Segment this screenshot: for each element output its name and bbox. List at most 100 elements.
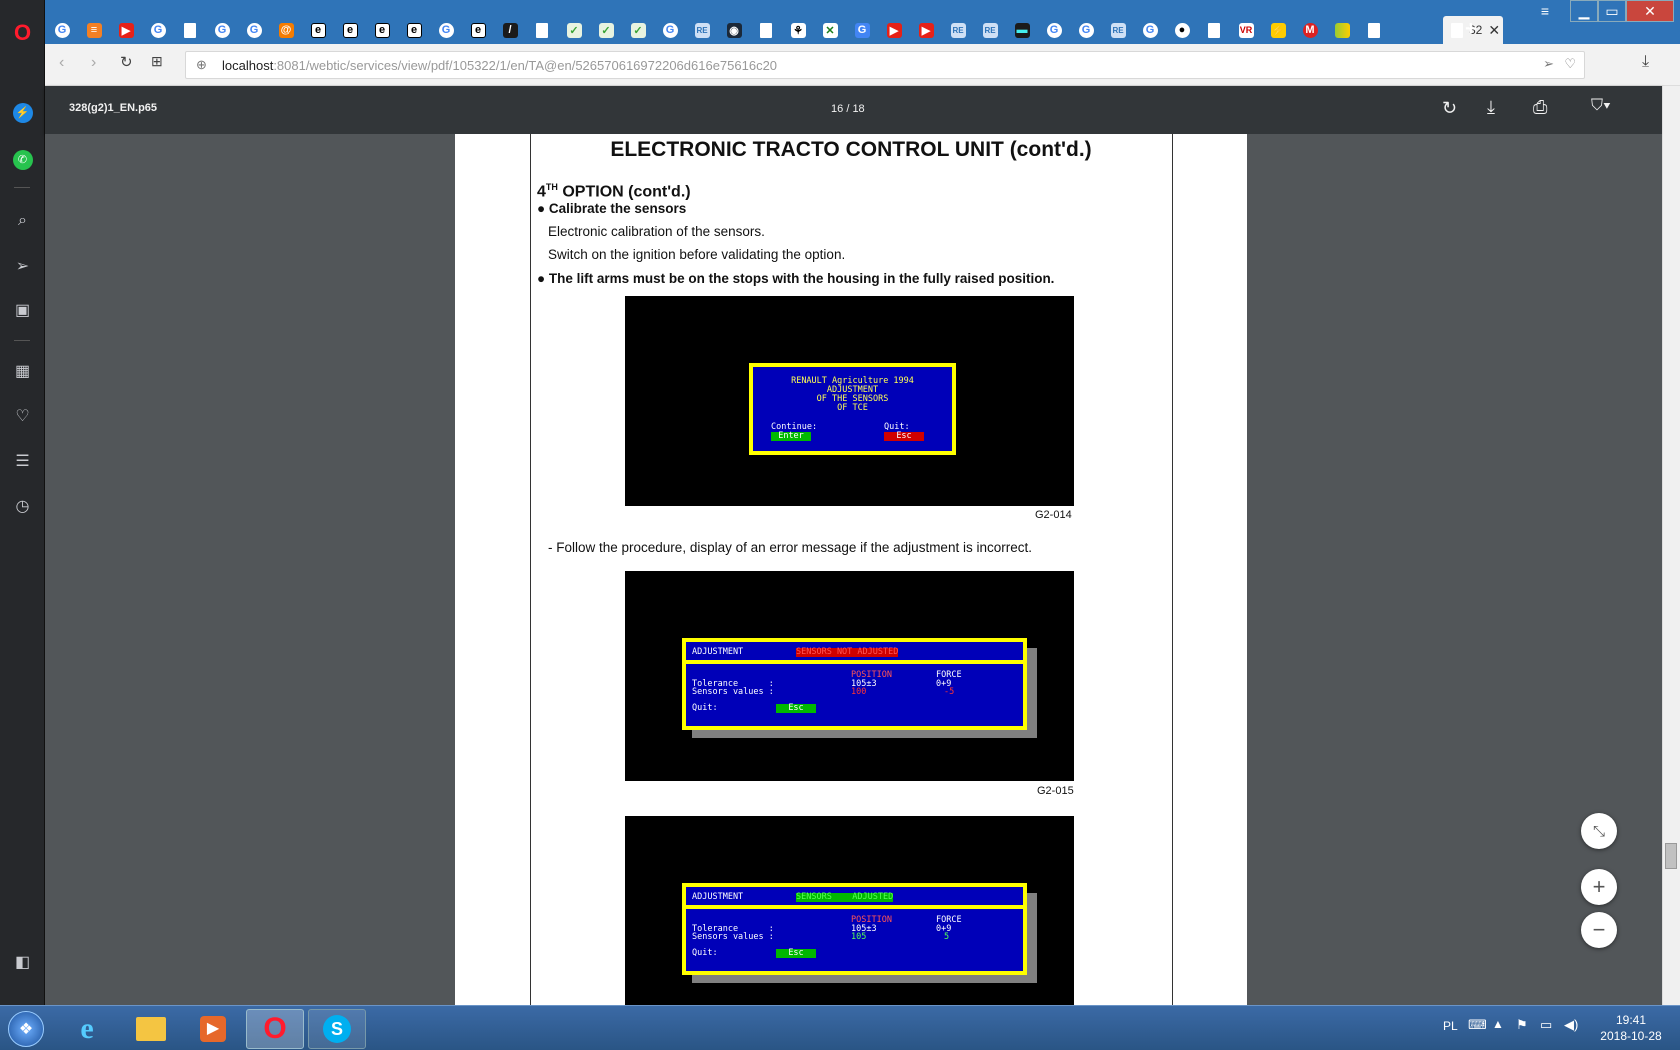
app-icon: RE [1110, 22, 1126, 38]
url-bar[interactable]: ⊕ localhost:8081/webtic/services/view/pd… [185, 51, 1585, 79]
tab[interactable]: VR [1231, 18, 1261, 42]
scrollbar[interactable] [1662, 86, 1680, 1005]
tab[interactable]: ✓ [559, 18, 589, 42]
close-window-button[interactable]: ✕ [1626, 0, 1674, 22]
close-tab-icon[interactable]: ✕ [1488, 22, 1500, 39]
zoom-in-button[interactable]: + [1581, 869, 1617, 905]
tab[interactable]: G [1135, 18, 1165, 42]
check-icon: ✓ [598, 22, 614, 38]
tab[interactable]: ▶ [879, 18, 909, 42]
print-icon[interactable]: ⎙ [1533, 97, 1547, 118]
tab[interactable]: RE [687, 18, 717, 42]
tab[interactable]: e [303, 18, 333, 42]
minimize-button[interactable]: ▁ [1570, 0, 1598, 22]
tab[interactable]: ✓ [591, 18, 621, 42]
maximize-button[interactable]: ▭ [1598, 0, 1626, 22]
tab[interactable] [1199, 18, 1229, 42]
send-page-icon[interactable]: ➢ [1543, 56, 1554, 72]
tab[interactable]: RE [975, 18, 1005, 42]
tab[interactable]: ⚡ [1263, 18, 1293, 42]
tab[interactable]: G [239, 18, 269, 42]
taskbar-ie[interactable]: e [58, 1009, 116, 1049]
tab[interactable]: G [47, 18, 77, 42]
tab[interactable]: RE [943, 18, 973, 42]
google-icon: G [438, 22, 454, 38]
keyboard-icon[interactable]: ⌨ [1468, 1017, 1487, 1033]
page-current[interactable]: 16 [831, 103, 843, 115]
tab[interactable] [751, 18, 781, 42]
document-icon [760, 22, 772, 38]
tab[interactable] [1327, 18, 1357, 42]
tab[interactable]: ◉ [719, 18, 749, 42]
tab[interactable]: G [207, 18, 237, 42]
tab[interactable]: / [495, 18, 525, 42]
forward-icon[interactable]: › [91, 54, 96, 72]
back-icon[interactable]: ‹ [59, 54, 64, 72]
show-hidden-icons[interactable]: ▲ [1492, 1017, 1504, 1031]
tab[interactable]: G [1071, 18, 1101, 42]
scrollbar-thumb[interactable] [1665, 843, 1677, 869]
messenger-icon[interactable]: ⚡ [0, 96, 45, 130]
reload-icon[interactable]: ↻ [120, 53, 133, 71]
tab[interactable]: G [655, 18, 685, 42]
tab[interactable] [1359, 18, 1389, 42]
page-total: 18 [852, 103, 865, 115]
rotate-icon[interactable]: ↻ [1442, 98, 1457, 119]
volume-icon[interactable]: ◀) [1564, 1017, 1578, 1033]
network-icon[interactable]: ▭ [1540, 1017, 1552, 1033]
tab[interactable]: e [335, 18, 365, 42]
taskbar-media-player[interactable]: ▶ [184, 1009, 242, 1049]
sidebar-toggle-icon[interactable]: ◧ [0, 945, 45, 979]
whatsapp-icon[interactable]: ✆ [0, 143, 45, 177]
clock[interactable]: 19:41 2018-10-28 [1596, 1012, 1666, 1044]
flag-icon[interactable]: ⚑ [1516, 1017, 1528, 1033]
tab[interactable]: ▶ [911, 18, 941, 42]
new-tab-icon[interactable]: + [1465, 18, 1485, 42]
start-button[interactable]: ❖ [0, 1009, 52, 1049]
download-icon[interactable]: ⤓ [1642, 53, 1649, 71]
tab[interactable]: ✕ [815, 18, 845, 42]
search-icon[interactable]: ⌕ [0, 204, 45, 238]
news-icon[interactable]: ☰ [0, 444, 45, 478]
taskbar-opera[interactable]: O [246, 1009, 304, 1049]
camera-icon[interactable]: ▣ [0, 293, 45, 327]
menu-icon[interactable]: ≡ [1535, 0, 1555, 22]
taskbar-skype[interactable]: S [308, 1009, 366, 1049]
fit-page-button[interactable]: ⤡ [1581, 813, 1617, 849]
opera-logo-icon[interactable]: O [0, 16, 45, 50]
tab[interactable]: ▬ [1007, 18, 1037, 42]
bookmark-heart-icon[interactable]: ♡ [1564, 56, 1576, 72]
tab[interactable]: ⚘ [783, 18, 813, 42]
tab[interactable]: e [399, 18, 429, 42]
tab[interactable]: G [847, 18, 877, 42]
terminal-icon: ▬ [1014, 22, 1030, 38]
heart-icon[interactable]: ♡ [0, 399, 45, 433]
tab[interactable]: e [463, 18, 493, 42]
tab[interactable]: ✓ [623, 18, 653, 42]
download-pdf-icon[interactable]: ⤓ [1487, 97, 1495, 118]
tab[interactable]: e [367, 18, 397, 42]
tabs-grid-icon[interactable]: ⊞ [151, 53, 163, 70]
tab[interactable]: M [1295, 18, 1325, 42]
speed-dial-icon[interactable]: ▦ [0, 354, 45, 388]
tab[interactable]: ● [1167, 18, 1197, 42]
tab[interactable]: G [143, 18, 173, 42]
tab[interactable] [175, 18, 205, 42]
history-icon[interactable]: ◷ [0, 489, 45, 523]
tab[interactable]: RE [1103, 18, 1133, 42]
tab[interactable]: ▶ [111, 18, 141, 42]
language-indicator[interactable]: PL [1443, 1019, 1458, 1033]
pdf-viewer[interactable]: ELECTRONIC TRACTO CONTROL UNIT (cont'd.)… [45, 134, 1662, 1005]
tab[interactable]: G [1039, 18, 1069, 42]
send-icon[interactable]: ➢ [0, 249, 45, 283]
tab[interactable] [527, 18, 557, 42]
windows-logo-icon: ❖ [8, 1011, 44, 1047]
document-icon [536, 22, 548, 38]
tab[interactable]: @ [271, 18, 301, 42]
taskbar-explorer[interactable] [122, 1009, 180, 1049]
opera-sidebar: O ⚡ ✆ ⌕ ➢ ▣ ▦ ♡ ☰ ◷ ◧ [0, 0, 45, 1005]
tab[interactable]: G [431, 18, 461, 42]
bookmark-icon[interactable]: ⛉▾ [1591, 97, 1611, 115]
tab[interactable]: ≡ [79, 18, 109, 42]
zoom-out-button[interactable]: − [1581, 912, 1617, 948]
